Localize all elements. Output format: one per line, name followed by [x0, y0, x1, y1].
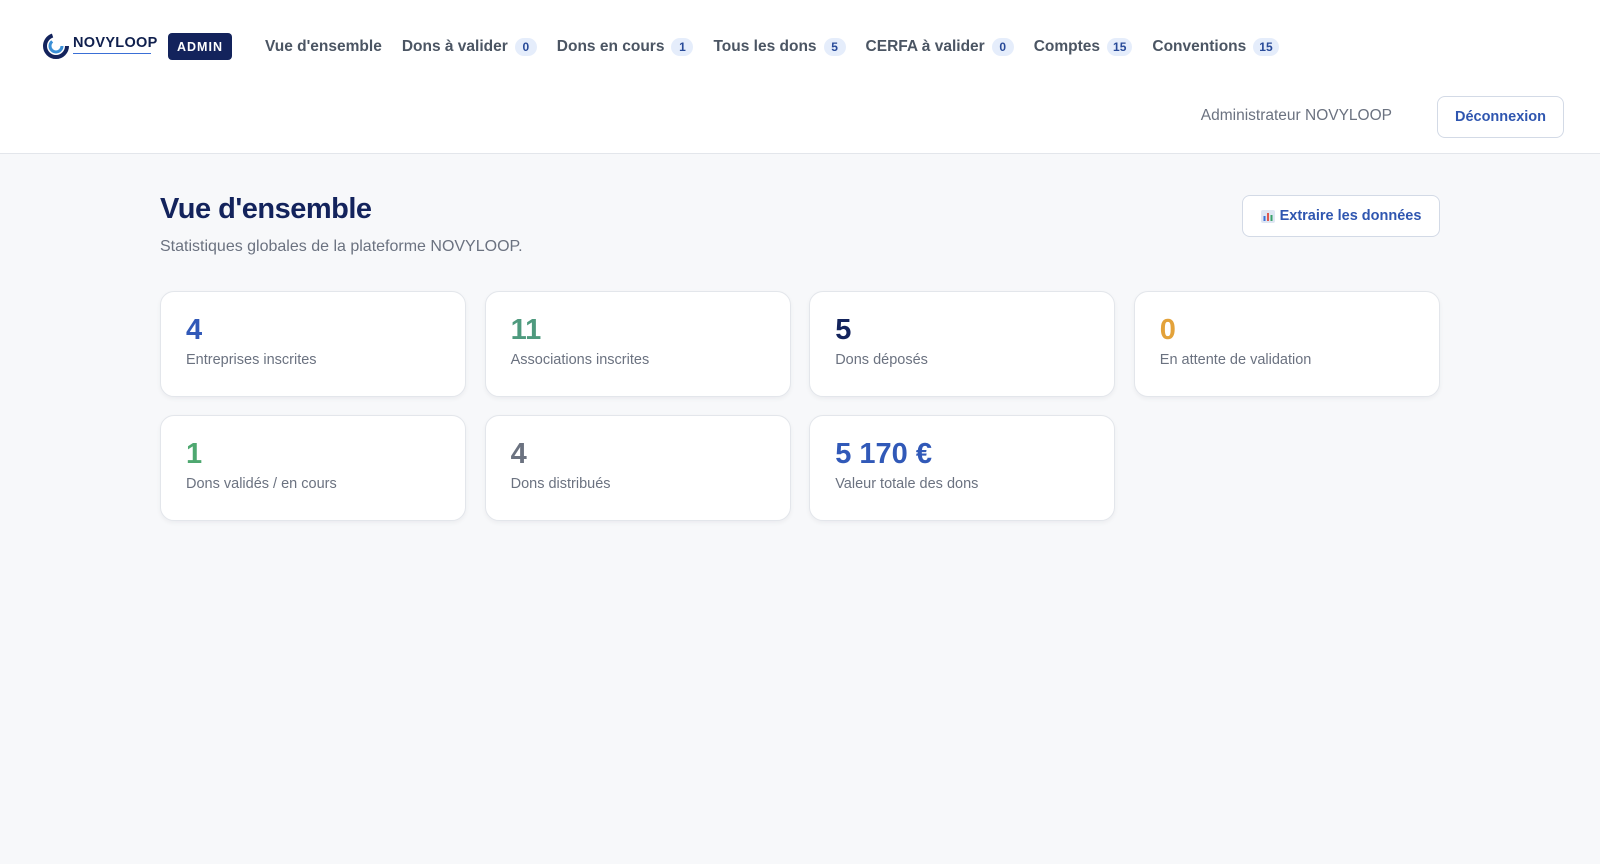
stat-label: Associations inscrites	[510, 352, 650, 368]
nav-item-conventions[interactable]: Conventions 15	[1152, 38, 1279, 56]
nav-item-label: Vue d'ensemble	[265, 38, 382, 55]
stat-card-en-attente: 0 En attente de validation	[1133, 291, 1440, 397]
nav-item-dons-en-cours[interactable]: Dons en cours 1	[557, 38, 694, 56]
nav-item-dons-a-valider[interactable]: Dons à valider 0	[402, 38, 537, 56]
main-nav: Vue d'ensemble Dons à valider 0 Dons en …	[265, 34, 1279, 60]
novyloop-logo-icon	[43, 33, 69, 59]
bar-chart-icon	[1260, 209, 1275, 223]
stat-card-dons-valides: 1 Dons validés / en cours	[160, 415, 466, 521]
stat-value: 4	[510, 438, 527, 470]
stat-card-valeur-totale: 5 170 € Valeur totale des dons	[809, 415, 1116, 521]
nav-item-comptes[interactable]: Comptes 15	[1034, 38, 1133, 56]
nav-count-badge: 0	[514, 38, 537, 56]
nav-count-badge: 5	[823, 38, 846, 56]
stat-card-entreprises: 4 Entreprises inscrites	[160, 291, 466, 397]
stat-label: Valeur totale des dons	[835, 476, 979, 492]
extract-data-label: Extraire les données	[1279, 208, 1422, 224]
nav-item-label: Comptes	[1033, 38, 1101, 55]
brand-logo[interactable]: NOVYLOOP	[42, 32, 158, 60]
user-name: Administrateur NOVYLOOP	[1200, 107, 1392, 124]
stat-card-dons-deposes: 5 Dons déposés	[809, 291, 1116, 397]
nav-item-cerfa-a-valider[interactable]: CERFA à valider 0	[866, 38, 1014, 56]
stat-value: 1	[186, 438, 203, 470]
logout-button[interactable]: Déconnexion	[1437, 96, 1564, 138]
stat-value: 4	[186, 314, 203, 346]
stat-card-associations: 11 Associations inscrites	[484, 291, 791, 397]
page-subtitle: Statistiques globales de la plateforme N…	[160, 238, 523, 255]
extract-data-button[interactable]: Extraire les données	[1242, 195, 1440, 237]
nav-item-label: CERFA à valider	[865, 38, 985, 55]
brand-tagline-line	[73, 53, 151, 56]
nav-item-label: Tous les dons	[713, 38, 817, 55]
nav-item-overview[interactable]: Vue d'ensemble	[265, 38, 382, 56]
stat-label: Dons déposés	[835, 352, 928, 368]
stat-value: 5 170 €	[835, 438, 932, 470]
stat-value: 5	[835, 314, 852, 346]
nav-item-label: Dons en cours	[556, 38, 665, 55]
stat-card-dons-distribues: 4 Dons distribués	[484, 415, 791, 521]
stats-grid: 4 Entreprises inscrites 11 Associations …	[160, 291, 1440, 521]
nav-item-tous-les-dons[interactable]: Tous les dons 5	[713, 38, 846, 56]
stat-label: Entreprises inscrites	[186, 352, 317, 368]
top-header: NOVYLOOP ADMIN Vue d'ensemble Dons à val…	[0, 0, 1600, 154]
nav-count-badge: 1	[671, 38, 694, 56]
nav-count-badge: 15	[1253, 38, 1279, 56]
nav-count-badge: 15	[1107, 38, 1133, 56]
admin-badge: ADMIN	[168, 33, 232, 60]
stat-label: En attente de validation	[1159, 352, 1312, 368]
brand-name: NOVYLOOP	[73, 35, 158, 51]
stat-value: 11	[510, 314, 542, 346]
nav-item-label: Dons à valider	[401, 38, 508, 55]
stat-label: Dons distribués	[510, 476, 611, 492]
page-title: Vue d'ensemble	[160, 193, 372, 225]
nav-item-label: Conventions	[1152, 38, 1247, 55]
stat-label: Dons validés / en cours	[186, 476, 337, 492]
nav-count-badge: 0	[991, 38, 1014, 56]
stat-value: 0	[1159, 314, 1176, 346]
